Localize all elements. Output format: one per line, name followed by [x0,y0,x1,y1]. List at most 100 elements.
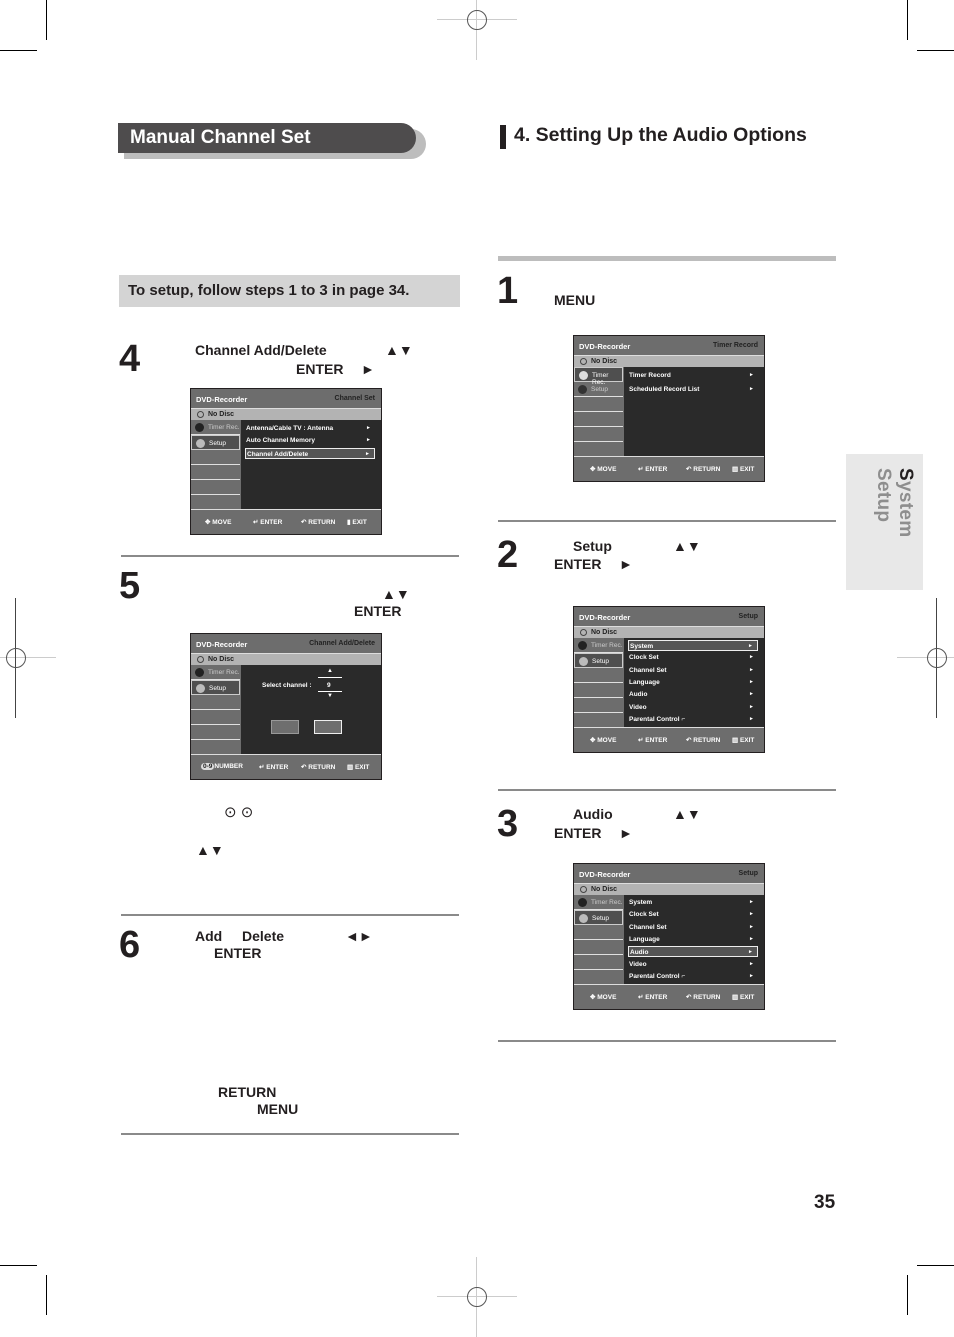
osd-device: DVD-Recorder [196,640,248,649]
osd-nav-setup: Setup [209,685,226,692]
add-label: Add [195,928,223,944]
osd-nav-timer: Timer Rec. [208,669,240,676]
divider [498,789,836,791]
chevron-right-icon: ► [749,935,754,942]
heading-bar [500,125,506,149]
right-arrow: ► [619,556,633,572]
registration-mark [437,1257,517,1337]
chapter-tab: System Setup [846,454,923,590]
osd-foot-exit: ▥ EXIT [347,764,370,771]
osd-nav-setup: Setup [209,440,226,447]
chevron-right-icon: ► [749,923,754,930]
clock-icon [578,641,587,650]
osd-menu-item: Channel Set ► [629,923,754,931]
osd-menu-item: Channel Set ► [629,666,754,674]
disc-icon [197,656,204,663]
gear-icon [578,385,587,394]
osd-nav-setup: Setup [592,915,609,922]
osd-menu-item: Language ► [629,678,754,686]
osd-title: Channel Set [334,395,375,402]
chevron-right-icon: ► [749,654,754,661]
gear-icon [579,914,588,923]
osd-menu-item: Antenna/Cable TV : Antenna ► [246,425,371,432]
chevron-right-icon: ► [748,949,753,956]
divider [498,520,836,522]
step-number: 1 [497,270,519,312]
osd-foot-move: ✥ MOVE [205,519,232,526]
clock-icon [195,668,204,677]
menu-key: MENU [554,292,596,308]
osd-foot-enter: ↵ ENTER [259,764,289,771]
add-button [271,720,299,734]
select-channel-label: Select channel : [262,682,312,689]
osd-menu-item: System ► [629,899,754,906]
delete-button [314,720,342,734]
osd-channel-set: DVD-Recorder Channel Set No Disc Timer Re… [190,388,382,535]
step-number: 5 [119,565,141,607]
osd-title: Setup [738,613,758,620]
enter-key: ENTER [554,825,602,841]
menu-key: MENU [257,1101,299,1117]
enter-key: ENTER [354,603,402,619]
osd-menu-item: Video ► [629,960,754,968]
chevron-right-icon: ► [749,691,754,698]
section-heading: 4. Setting Up the Audio Options [514,124,807,146]
divider [121,1133,459,1135]
chevron-right-icon: ► [749,666,754,673]
clock-icon [579,371,588,380]
osd-device: DVD-Recorder [196,395,248,404]
step-number: 3 [497,803,519,845]
chevron-right-icon: ► [749,960,754,967]
crop-mark [907,0,908,40]
clock-icon [195,423,204,432]
gear-icon [196,439,205,448]
crop-mark [907,1275,908,1315]
osd-menu-item: Clock Set ► [629,654,754,662]
exit-icon: ▥ [347,764,355,771]
osd-disc: No Disc [591,358,618,365]
osd-device: DVD-Recorder [579,342,631,351]
setup-label: Setup [573,538,612,554]
crop-mark [0,50,37,51]
crop-mark [917,1265,954,1266]
disc-icon [197,411,204,418]
osd-title: Setup [738,870,758,877]
disc-icon [580,886,587,893]
osd-disc: No Disc [208,411,235,418]
exit-icon: ▥ [732,466,740,473]
osd-foot-return: ↶ RETURN [301,519,336,526]
osd-foot-number: 0-9 NUMBER [201,763,243,770]
osd-menu-item: Scheduled Record List ► [629,386,754,393]
divider [498,256,836,261]
crop-mark [917,50,954,51]
up-down-arrows: ▲▼ [385,342,413,358]
delete-label: Delete [242,928,285,944]
enter-key: ENTER [554,556,602,572]
up-down-arrows: ▲▼ [673,806,701,822]
osd-device: DVD-Recorder [579,870,631,879]
up-down-button-icons: ⊙ ⊙ [224,804,254,821]
divider [121,914,459,916]
osd-menu-item-selected: Audio ► [628,946,758,958]
registration-mark [0,598,56,718]
section-title: Manual Channel Set [118,123,416,153]
number-badge: 0-9 [201,763,215,770]
registration-mark [897,598,954,718]
exit-icon: ▥ [732,737,740,744]
osd-nav-timer: Timer Rec. [591,899,623,906]
disc-icon [580,358,587,365]
osd-setup-audio: DVD-Recorder Setup No Disc Timer Rec. Set… [573,863,765,1010]
osd-menu-item: Timer Record ► [629,372,754,379]
divider [121,555,459,557]
right-arrow: ► [361,361,375,377]
osd-channel-add-delete: DVD-Recorder Channel Add/Delete No Disc T… [190,633,382,780]
step-number: 2 [497,534,519,576]
divider [498,1040,836,1042]
gear-icon [196,684,205,693]
channel-value: 9 [327,682,331,689]
crop-mark [0,1265,37,1266]
osd-menu-item: Parental Control ⌐ ► [629,972,754,980]
osd-disc: No Disc [208,656,235,663]
osd-nav-setup: Setup [591,386,608,393]
osd-menu-item: Audio ► [629,691,754,699]
